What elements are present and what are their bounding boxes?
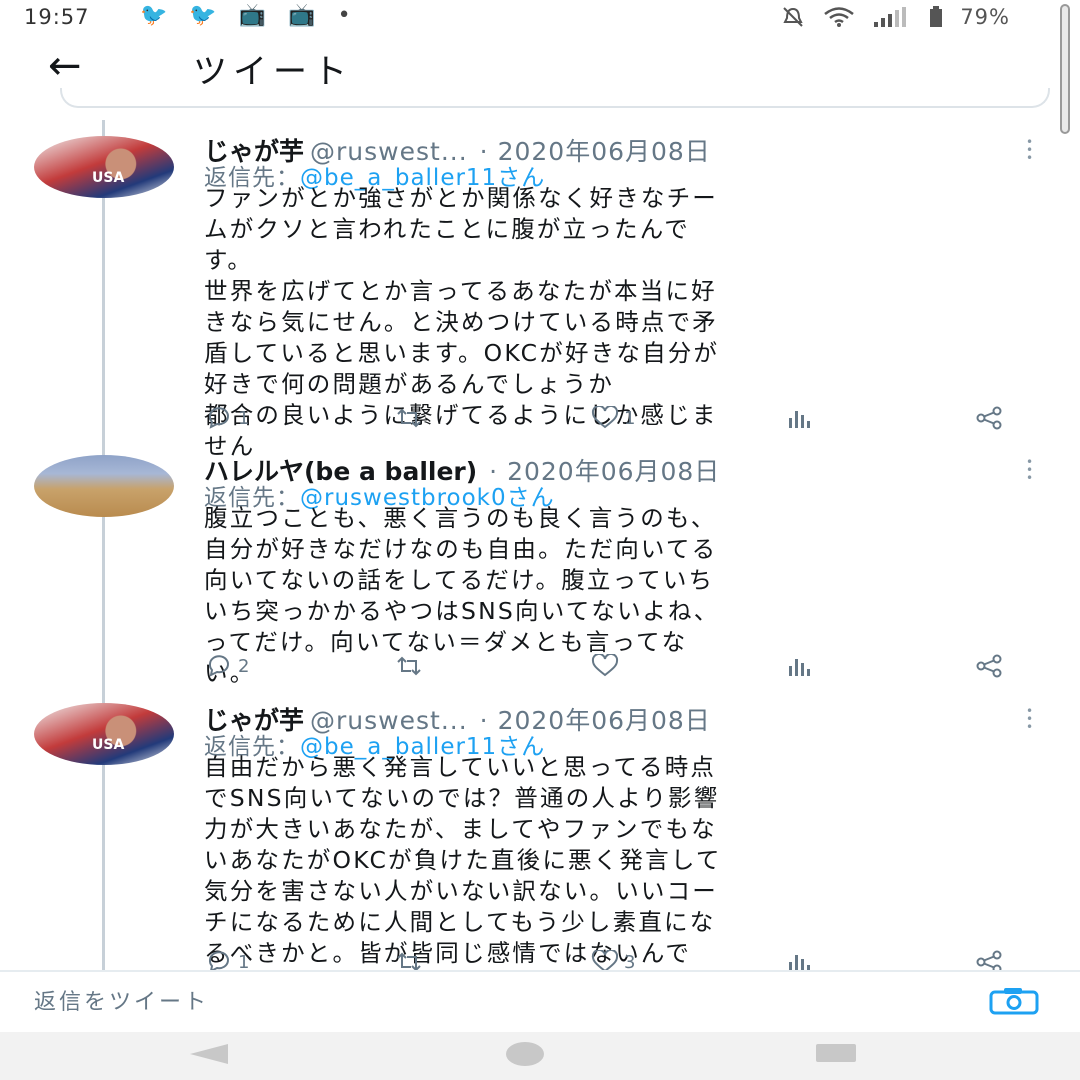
battery-icon [930,6,943,27]
status-right: 79% [780,5,1010,29]
like-button[interactable]: 1 [590,406,635,430]
tweet-line: 力が大きいあなたが、ましてやファンでもな [204,815,717,843]
tweet-line: チになるために人間としてもう少し素直にな [204,908,716,936]
tweet-line: 盾していると思います。OKCが好きな自分が [204,339,720,367]
retweet-icon [397,656,421,676]
analytics-icon [789,659,810,676]
tweet-line: いあなたがOKCが負けた直後に悪く発言して [204,846,722,874]
nav-home-icon[interactable] [506,1042,544,1066]
more-options-icon[interactable]: • • • [1026,456,1033,484]
nav-recents-icon[interactable] [816,1044,856,1062]
notification-icon-5: • [337,3,351,28]
share-button[interactable] [974,654,1004,678]
more-options-icon[interactable]: • • • [1026,136,1033,164]
share-icon [976,406,1002,430]
like-button[interactable] [590,654,624,678]
analytics-icon [789,411,810,428]
notification-icon-3: 📺 [238,3,267,28]
tweet-line: 向いてないの話をしてるだけ。腹立っていち [204,566,715,594]
tweet-line: きなら気にせん。と決めつけている時点で矛 [204,308,718,336]
status-bar: 19:57 🐦 🐦 📺 📺 • 79% [0,0,1080,36]
reply-button[interactable]: 2 [204,654,249,678]
reply-icon [208,655,229,677]
retweet-button[interactable] [394,654,428,678]
reply-icon [208,407,229,429]
page-title: ツイート [193,52,353,92]
mute-icon [783,7,804,27]
tweet-line: 自由だから悪く発言していいと思ってる時点 [204,753,717,781]
camera-icon[interactable] [988,986,1040,1016]
tweet-line: 自分が好きなだけなのも自由。ただ向いてる [204,535,718,563]
nav-back-icon[interactable] [190,1044,228,1064]
analytics-button[interactable] [784,654,814,678]
tweet-line: ムがクソと言われたことに腹が立ったんで [204,215,690,243]
reply-count: 1 [238,407,250,429]
share-icon [976,654,1002,678]
signal-icon [874,7,907,27]
reply-composer: 返信をツイート [0,970,1080,1030]
notification-icon-1: 🐦 [140,3,168,28]
heart-icon [591,406,619,429]
notification-icons: 🐦 🐦 📺 📺 • [140,3,351,28]
reply-button[interactable]: 1 [204,406,249,430]
retweet-icon [397,408,421,428]
share-button[interactable] [974,406,1004,430]
battery-level: 79% [960,5,1010,29]
analytics-button[interactable] [784,406,814,430]
status-time: 19:57 [24,5,90,29]
avatar[interactable] [34,455,174,517]
like-count: 1 [624,407,636,429]
tweet-line: す。 [204,246,254,274]
previous-tweet-card[interactable] [60,88,1050,108]
wifi-icon [824,7,855,27]
avatar[interactable]: USA [34,136,174,198]
tweet-actions: 2 [204,654,1034,684]
more-options-icon[interactable]: • • • [1026,705,1033,733]
tweet-line: 世界を広げてとか言ってるあなたが本当に好 [204,277,717,305]
tweet-line: 好きで何の問題があるんでしょうか [204,370,615,398]
tweet-actions: 1 1 [204,406,1034,436]
tweet-line: ファンがとか強さがとか関係なく好きなチー [204,184,718,212]
heart-icon [591,654,619,677]
notification-icon-2: 🐦 [189,3,217,28]
thread-line [102,120,105,970]
tweet-line: いち突っかかるやつはSNS向いてないよね、 [204,597,720,625]
avatar[interactable]: USA [34,703,174,765]
tweet-line: 気分を害さない人がいない訳ない。いいコー [204,877,718,905]
tweet-line: 腹立つことも、悪く言うのも良く言うのも、 [204,504,717,532]
retweet-button[interactable] [394,406,428,430]
reply-count: 2 [238,655,250,677]
notification-icon-4: 📺 [288,3,316,28]
system-nav-bar [0,1032,1080,1080]
reply-input[interactable]: 返信をツイート [34,984,209,1016]
tweet-line: でSNS向いてないのでは？普通の人より影響 [204,784,720,812]
back-arrow-icon[interactable]: ← [48,46,82,86]
